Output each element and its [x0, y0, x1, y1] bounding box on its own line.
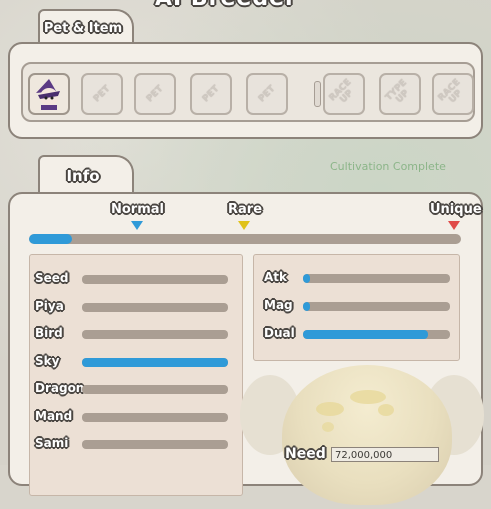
- race-stat-bar: [82, 357, 228, 367]
- grade-progress-fill: [29, 234, 73, 244]
- race-stat-label: Dragon: [35, 381, 85, 395]
- type-stat-bar: [303, 330, 450, 339]
- race-stat-bar: [82, 330, 228, 339]
- race-stats-panel: Seed Piya Bird Sky Dragon Mand Sami: [29, 254, 243, 496]
- race-stat-bar: [82, 412, 228, 422]
- slot-label: PET: [91, 83, 112, 104]
- need-label: Need: [285, 446, 326, 462]
- grade-label-rare: Rare: [228, 202, 263, 217]
- type-stat-bar: [303, 302, 450, 311]
- race-stat-label: Mand: [35, 408, 73, 423]
- grade-progress-bar: [29, 234, 461, 244]
- race-stat-row: Piya: [30, 299, 242, 315]
- type-stat-fill: [303, 330, 428, 339]
- pet-item-panel: PET PET PET PET RACE UP TYPE UP RACE UP: [8, 42, 483, 139]
- race-stat-row: Mand: [30, 409, 242, 425]
- normal-marker-icon: [131, 221, 143, 230]
- race-stat-row: Bird: [30, 326, 242, 342]
- unique-marker-icon: [448, 221, 460, 230]
- race-stat-bar: [82, 440, 228, 449]
- slot-label: TYPE UP: [383, 77, 412, 106]
- pet-slot-1[interactable]: [28, 73, 70, 115]
- tab-pet-item[interactable]: Pet & Item: [38, 9, 134, 45]
- window-title: AI Breeder: [155, 0, 297, 11]
- race-stat-label: Sami: [35, 436, 69, 450]
- item-slot-race-up-1[interactable]: RACE UP: [323, 73, 365, 115]
- slot-label: PET: [256, 83, 277, 104]
- background-ghost-text: Cultivation Complete: [330, 160, 446, 173]
- type-stat-row: Mag: [254, 298, 459, 314]
- pet-slot-2[interactable]: PET: [81, 73, 123, 115]
- type-stat-fill: [303, 302, 311, 311]
- pet-slot-5[interactable]: PET: [246, 73, 288, 115]
- slot-bar: PET PET PET PET RACE UP TYPE UP RACE UP: [21, 62, 475, 122]
- type-stat-label: Mag: [264, 298, 293, 312]
- type-stat-row: Dual: [254, 326, 459, 342]
- grade-label-unique: Unique: [430, 202, 482, 217]
- slot-label: RACE UP: [327, 77, 356, 106]
- item-slot-race-up-2[interactable]: RACE UP: [432, 73, 474, 115]
- race-stat-row: Seed: [30, 271, 242, 287]
- item-slot-type-up[interactable]: TYPE UP: [379, 73, 421, 115]
- type-stats-panel: Atk Mag Dual: [253, 254, 460, 361]
- grade-label-normal: Normal: [111, 202, 164, 217]
- race-stat-label: Seed: [35, 271, 69, 285]
- egg-spots-icon: [316, 390, 394, 432]
- type-stat-fill: [303, 274, 311, 283]
- slot-divider: [314, 81, 321, 107]
- type-stat-label: Dual: [264, 326, 295, 340]
- egg-image: [282, 365, 452, 505]
- pet-slot-3[interactable]: PET: [134, 73, 176, 115]
- pet-slot-4[interactable]: PET: [190, 73, 232, 115]
- tab-info[interactable]: Info: [38, 155, 134, 195]
- race-stat-label: Piya: [35, 298, 64, 313]
- type-stat-label: Atk: [264, 270, 288, 284]
- race-stat-bar: [82, 385, 228, 394]
- need-cost-field: 72,000,000: [331, 447, 439, 462]
- witch-pet-icon: [36, 79, 60, 110]
- race-stat-bar: [82, 302, 228, 312]
- type-stat-row: Atk: [254, 270, 459, 286]
- slot-label: PET: [200, 83, 221, 104]
- tab-pet-item-label: Pet & Item: [43, 20, 123, 36]
- rare-marker-icon: [238, 221, 250, 230]
- type-stat-bar: [303, 274, 450, 283]
- race-stat-label: Bird: [35, 326, 63, 340]
- race-stat-label: Sky: [35, 353, 60, 368]
- slot-label: PET: [144, 83, 165, 104]
- race-stat-row: Dragon: [30, 381, 242, 397]
- race-stat-bar: [82, 275, 228, 284]
- tab-info-label: Info: [66, 167, 100, 185]
- race-stat-fill: [82, 357, 228, 367]
- slot-label: RACE UP: [436, 77, 465, 106]
- race-stat-row: Sami: [30, 436, 242, 452]
- race-stat-row: Sky: [30, 354, 242, 370]
